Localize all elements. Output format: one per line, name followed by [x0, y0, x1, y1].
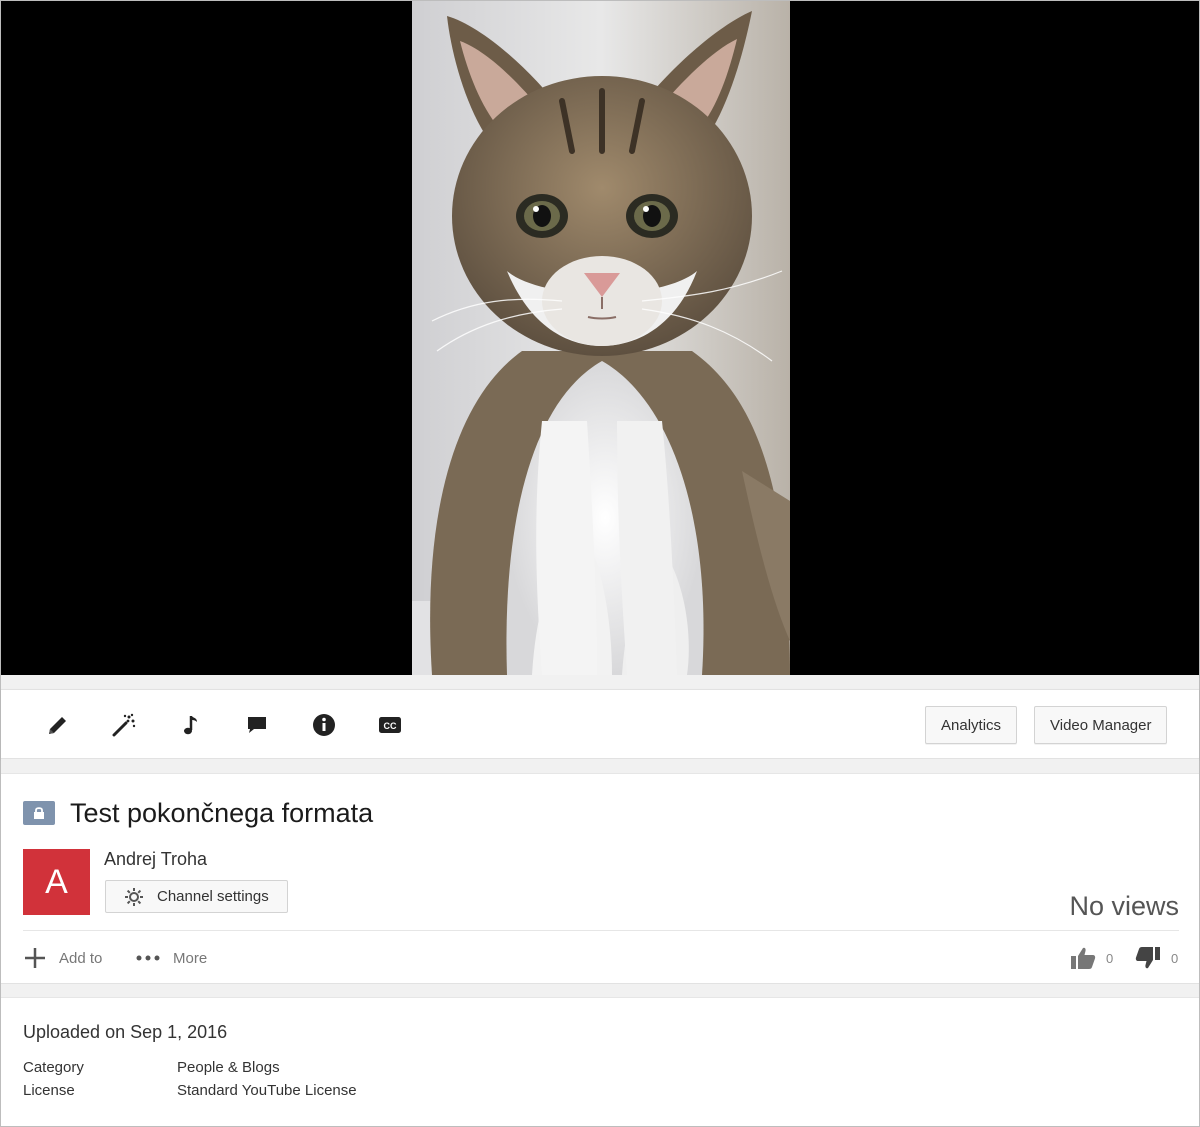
view-count: No views — [1069, 891, 1179, 921]
video-title: Test pokončnega formata — [70, 798, 374, 828]
thumbs-up-icon — [1070, 946, 1096, 970]
more-label: More — [173, 949, 208, 967]
upload-date: Uploaded on Sep 1, 2016 — [23, 1022, 228, 1042]
divider — [23, 930, 1179, 931]
pencil-icon[interactable] — [43, 710, 73, 740]
add-to-button[interactable]: Add to — [23, 946, 102, 970]
video-frame-kitten[interactable] — [412, 1, 790, 675]
more-button[interactable]: More — [135, 946, 207, 970]
category-label: Category — [23, 1059, 84, 1076]
gear-icon — [123, 886, 145, 908]
svg-text:CC: CC — [384, 721, 397, 731]
music-note-icon[interactable] — [176, 710, 206, 740]
add-to-label: Add to — [59, 949, 103, 967]
like-button[interactable]: 0 — [1070, 944, 1113, 972]
channel-settings-button[interactable]: Channel settings — [105, 880, 288, 913]
video-manager-button[interactable]: Video Manager — [1034, 706, 1168, 744]
channel-name[interactable]: Andrej Troha — [104, 849, 207, 870]
category-value[interactable]: People & Blogs — [177, 1059, 280, 1076]
video-details: Uploaded on Sep 1, 2016 Category People … — [1, 997, 1199, 1126]
license-label: License — [23, 1082, 75, 1099]
thumbs-down-icon — [1135, 946, 1161, 970]
info-icon[interactable] — [309, 710, 339, 740]
closed-captions-icon[interactable]: CC — [375, 710, 405, 740]
license-value: Standard YouTube License — [177, 1082, 357, 1099]
comment-icon[interactable] — [242, 710, 272, 740]
plus-icon — [23, 946, 47, 970]
more-dots-icon — [135, 954, 161, 962]
video-info-card: Test pokončnega formata A Andrej Troha C… — [1, 773, 1199, 984]
like-count: 0 — [1106, 950, 1114, 966]
channel-settings-label: Channel settings — [157, 888, 269, 905]
video-player[interactable] — [1, 1, 1199, 675]
dislike-button[interactable]: 0 — [1135, 944, 1178, 972]
analytics-button[interactable]: Analytics — [925, 706, 1018, 744]
avatar[interactable]: A — [23, 849, 90, 915]
dislike-count: 0 — [1171, 950, 1179, 966]
magic-wand-icon[interactable] — [109, 710, 139, 740]
lock-icon — [23, 801, 55, 825]
editing-toolbar: CC Analytics Video Manager — [1, 689, 1199, 759]
